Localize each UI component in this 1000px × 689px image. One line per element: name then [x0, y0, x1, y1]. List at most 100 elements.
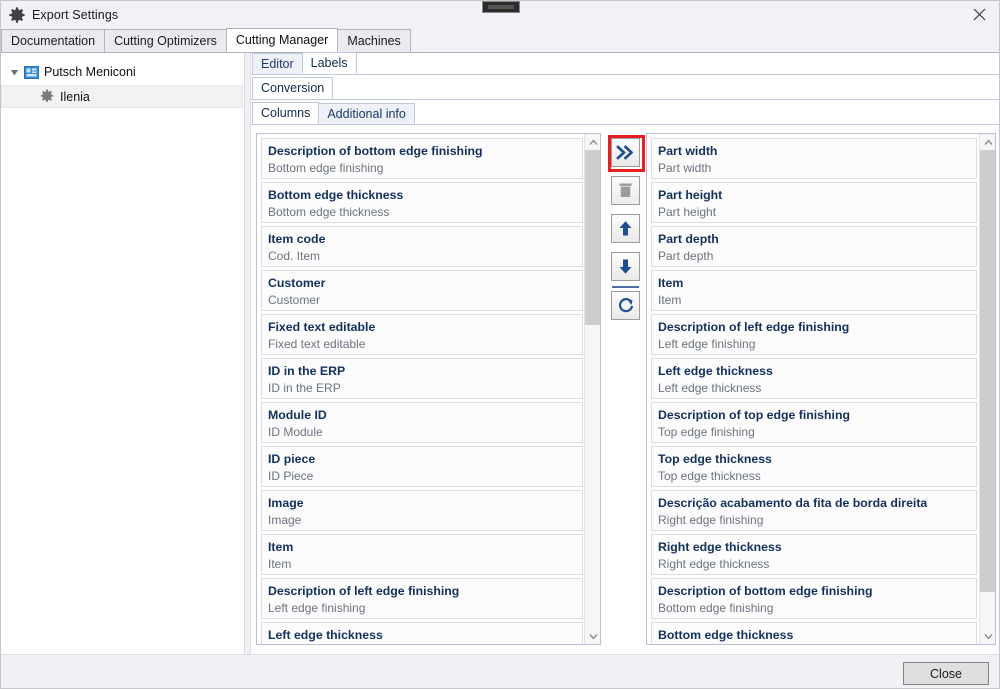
- tab-label: Cutting Optimizers: [114, 34, 217, 48]
- list-item-title: Fixed text editable: [268, 320, 376, 334]
- list-item[interactable]: Left edge thickness Left edge thickness: [651, 358, 977, 399]
- scrollbar-thumb[interactable]: [980, 150, 995, 592]
- list-item-title: Right edge thickness: [658, 540, 782, 554]
- move-up-button[interactable]: [611, 214, 640, 243]
- tree-node-ilenia[interactable]: Ilenia: [1, 85, 243, 108]
- list-item[interactable]: Descrição acabamento da fita de borda di…: [651, 490, 977, 531]
- list-item[interactable]: Left edge thickness: [261, 622, 583, 644]
- list-item[interactable]: Fixed text editable Fixed text editable: [261, 314, 583, 355]
- list-item-title: Descrição acabamento da fita de borda di…: [658, 496, 928, 510]
- list-item-subtitle: Bottom edge finishing: [268, 161, 384, 175]
- window-title: Export Settings: [32, 7, 119, 22]
- available-columns-list[interactable]: Description of bottom edge finishing Bott…: [256, 133, 601, 645]
- list-item-title: Left edge thickness: [268, 628, 383, 642]
- list-item-subtitle: Part width: [658, 161, 712, 175]
- list-item-subtitle: ID Piece: [268, 469, 314, 483]
- list-item-subtitle: ID Module: [268, 425, 323, 439]
- tab-machines[interactable]: Machines: [337, 29, 411, 52]
- list-item[interactable]: Top edge thickness Top edge thickness: [651, 446, 977, 487]
- list-item-subtitle: Part height: [658, 205, 717, 219]
- refresh-button[interactable]: [611, 291, 640, 320]
- tab-cutting-manager[interactable]: Cutting Manager: [225, 28, 339, 52]
- list-item-title: Top edge thickness: [658, 452, 772, 466]
- list-item[interactable]: Part depth Part depth: [651, 226, 977, 267]
- pane-splitter[interactable]: [244, 53, 251, 654]
- list-item[interactable]: Description of bottom edge finishing Bott…: [651, 578, 977, 619]
- list-item[interactable]: Item Item: [261, 534, 583, 575]
- list-item-subtitle: Bottom edge finishing: [658, 601, 774, 615]
- selected-columns-list[interactable]: Part width Part width Part height Part heig…: [646, 133, 996, 645]
- add-all-button[interactable]: [608, 135, 645, 172]
- list-item-title: Left edge thickness: [658, 364, 773, 378]
- gear-icon: [9, 6, 25, 23]
- expand-collapse-triangle-icon[interactable]: [7, 65, 21, 79]
- list-item[interactable]: ID piece ID Piece: [261, 446, 583, 487]
- list-item[interactable]: Bottom edge thickness: [651, 622, 977, 644]
- list-item-subtitle: Item: [268, 557, 292, 571]
- window-drag-handle[interactable]: [482, 1, 520, 13]
- tab-cutting-optimizers[interactable]: Cutting Optimizers: [104, 29, 227, 52]
- available-columns-items: Description of bottom edge finishing Bott…: [257, 134, 585, 644]
- list-item[interactable]: Part width Part width: [651, 138, 977, 179]
- tab-label: Cutting Manager: [235, 33, 329, 47]
- list-item[interactable]: Right edge thickness Right edge thickness: [651, 534, 977, 575]
- tab-documentation[interactable]: Documentation: [1, 29, 106, 52]
- selected-list-scrollbar[interactable]: [979, 134, 995, 644]
- tab-columns[interactable]: Columns: [252, 102, 320, 124]
- tree-node-label: Putsch Meniconi: [44, 65, 136, 79]
- tab-additional-info[interactable]: Additional info: [318, 103, 415, 124]
- window-body: Putsch Meniconi Ilenia Editor Labels Con…: [1, 52, 999, 654]
- export-settings-window: Export Settings Documentation Cutting Op…: [0, 0, 1000, 689]
- list-item-subtitle: Right edge finishing: [658, 513, 764, 527]
- title-bar: Export Settings: [1, 1, 999, 28]
- list-item-title: Description of left edge finishing: [268, 584, 460, 598]
- tab-label: Columns: [261, 106, 311, 120]
- list-item[interactable]: Description of bottom edge finishing Bott…: [261, 138, 583, 179]
- close-button[interactable]: Close: [903, 662, 989, 685]
- list-item-title: Description of top edge finishing: [658, 408, 850, 422]
- list-item-subtitle: Top edge thickness: [658, 469, 761, 483]
- tab-label: Documentation: [11, 34, 96, 48]
- list-item-title: Part width: [658, 144, 718, 158]
- chevron-down-icon[interactable]: [585, 628, 600, 644]
- list-item-title: ID piece: [268, 452, 316, 466]
- tab-strip-level2: Conversion: [251, 77, 999, 100]
- tab-label: Machines: [347, 34, 401, 48]
- delete-button[interactable]: [611, 176, 640, 205]
- list-item[interactable]: Image Image: [261, 490, 583, 531]
- chevron-up-icon[interactable]: [980, 134, 995, 150]
- list-item-title: Module ID: [268, 408, 327, 422]
- list-item[interactable]: Bottom edge thickness Bottom edge thickne…: [261, 182, 583, 223]
- close-icon[interactable]: [957, 1, 999, 28]
- list-item-title: Customer: [268, 276, 326, 290]
- move-down-button[interactable]: [611, 252, 640, 281]
- list-item-title: Item code: [268, 232, 326, 246]
- tab-editor[interactable]: Editor: [252, 53, 303, 74]
- toolbar-separator: [612, 286, 639, 288]
- list-item-title: ID in the ERP: [268, 364, 346, 378]
- list-item[interactable]: Description of left edge finishing Left e…: [651, 314, 977, 355]
- list-item[interactable]: Item Item: [651, 270, 977, 311]
- list-item[interactable]: Description of top edge finishing Top edg…: [651, 402, 977, 443]
- chevron-down-icon[interactable]: [980, 628, 995, 644]
- list-item-subtitle: Fixed text editable: [268, 337, 366, 351]
- gear-icon: [40, 89, 55, 104]
- scrollbar-thumb[interactable]: [585, 150, 600, 325]
- list-item[interactable]: Part height Part height: [651, 182, 977, 223]
- tree-node-label: Ilenia: [60, 89, 90, 104]
- tab-label: Labels: [310, 56, 348, 70]
- footer-bar: Close: [1, 654, 999, 688]
- available-list-scrollbar[interactable]: [584, 134, 600, 644]
- list-item[interactable]: ID in the ERP ID in the ERP: [261, 358, 583, 399]
- tab-conversion[interactable]: Conversion: [252, 77, 334, 99]
- list-item-subtitle: Cod. Item: [268, 249, 321, 263]
- list-item-title: Part depth: [658, 232, 719, 246]
- list-item[interactable]: Item code Cod. Item: [261, 226, 583, 267]
- chevron-up-icon[interactable]: [585, 134, 600, 150]
- tree-node-putsch-meniconi[interactable]: Putsch Meniconi: [1, 61, 243, 83]
- list-item[interactable]: Customer Customer: [261, 270, 583, 311]
- tab-labels[interactable]: Labels: [301, 52, 357, 74]
- list-item-subtitle: Bottom edge thickness: [268, 205, 390, 219]
- list-item[interactable]: Module ID ID Module: [261, 402, 583, 443]
- list-item[interactable]: Description of left edge finishing Left e…: [261, 578, 583, 619]
